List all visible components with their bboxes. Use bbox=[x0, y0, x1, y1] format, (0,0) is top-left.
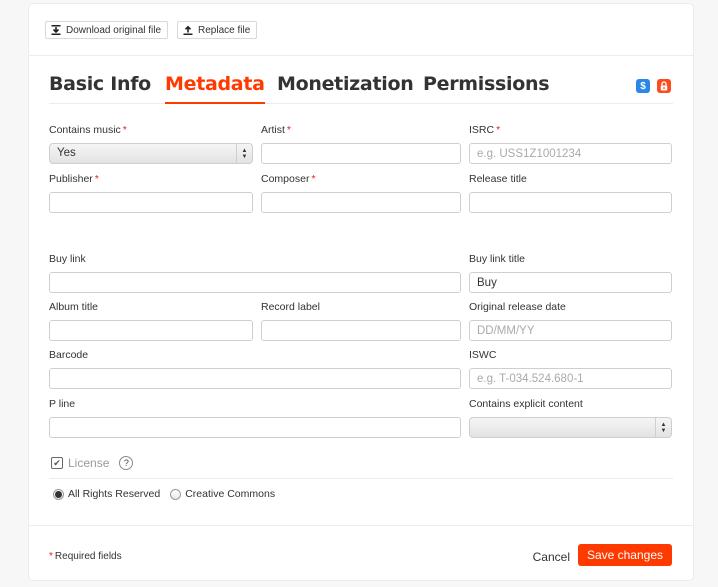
license-label: License bbox=[68, 456, 110, 470]
save-changes-button[interactable]: Save changes bbox=[577, 544, 672, 566]
required-fields-text: Required fields bbox=[54, 551, 122, 562]
buy-link-input[interactable] bbox=[49, 272, 461, 293]
iswc-field: ISWC bbox=[469, 348, 672, 389]
iswc-label: ISWC bbox=[469, 349, 497, 361]
divider bbox=[49, 478, 673, 479]
release-title-field: Release title bbox=[469, 172, 672, 213]
required-marker: * bbox=[311, 173, 316, 185]
album-title-field: Album title bbox=[49, 300, 253, 341]
buy-link-label: Buy link bbox=[49, 253, 86, 265]
required-marker: * bbox=[49, 551, 53, 562]
contains-music-select[interactable]: Yes ▲ ▼ bbox=[49, 143, 253, 164]
radio-creative-commons[interactable] bbox=[170, 488, 182, 500]
form-footer: * Required fields Cancel Save changes bbox=[29, 525, 693, 580]
file-toolbar: Download original file Replace file bbox=[29, 4, 693, 56]
p-line-label: P line bbox=[49, 398, 76, 410]
p-line-input[interactable] bbox=[49, 417, 461, 438]
license-option-all-rights-reserved[interactable]: All Rights Reserved bbox=[53, 488, 160, 500]
album-title-input[interactable] bbox=[49, 320, 253, 341]
isrc-field: ISRC * bbox=[469, 123, 672, 164]
help-icon[interactable]: ? bbox=[119, 456, 134, 470]
replace-file-button[interactable]: Replace file bbox=[177, 21, 258, 39]
artist-input[interactable] bbox=[261, 143, 461, 164]
license-toggle: ✔ License ? bbox=[51, 456, 134, 470]
explicit-content-field: Contains explicit content ▲ ▼ bbox=[469, 397, 672, 438]
license-options: All Rights Reserved Creative Commons bbox=[53, 488, 285, 500]
required-marker: * bbox=[286, 124, 292, 136]
composer-label: Composer bbox=[261, 173, 310, 185]
upload-icon bbox=[183, 25, 193, 35]
tab-basic-info[interactable]: Basic Info bbox=[49, 72, 151, 102]
edit-track-card: Download original file Replace file Basi… bbox=[28, 3, 694, 581]
required-fields-note: * Required fields bbox=[49, 551, 122, 562]
record-label-input[interactable] bbox=[261, 320, 461, 341]
buy-link-title-label: Buy link title bbox=[469, 253, 526, 265]
all-rights-reserved-label: All Rights Reserved bbox=[68, 488, 161, 500]
record-label-field: Record label bbox=[261, 300, 461, 341]
required-marker: * bbox=[94, 173, 99, 185]
iswc-input[interactable] bbox=[469, 368, 672, 389]
composer-input[interactable] bbox=[261, 192, 461, 213]
release-title-label: Release title bbox=[469, 173, 527, 185]
license-checkbox[interactable]: ✔ bbox=[51, 457, 63, 469]
barcode-field: Barcode bbox=[49, 348, 461, 389]
required-marker: * bbox=[496, 124, 501, 136]
download-icon bbox=[51, 25, 61, 35]
explicit-content-label: Contains explicit content bbox=[469, 398, 583, 410]
contains-music-field: Contains music * Yes ▲ ▼ bbox=[49, 123, 253, 164]
download-original-file-button[interactable]: Download original file bbox=[45, 21, 169, 39]
original-release-date-input[interactable] bbox=[469, 320, 672, 341]
p-line-field: P line bbox=[49, 397, 461, 438]
artist-label: Artist bbox=[261, 124, 285, 136]
release-title-input[interactable] bbox=[469, 192, 672, 213]
contains-music-value: Yes bbox=[57, 147, 76, 159]
contains-music-label: Contains music bbox=[49, 124, 121, 136]
publisher-input[interactable] bbox=[49, 192, 253, 213]
publisher-label: Publisher bbox=[49, 173, 93, 185]
buy-link-field: Buy link bbox=[49, 252, 461, 293]
cancel-button[interactable]: Cancel bbox=[533, 550, 570, 564]
lock-icon bbox=[657, 79, 671, 93]
buy-link-title-field: Buy link title bbox=[469, 252, 672, 293]
tab-bar: Basic Info Metadata Monetization Permiss… bbox=[49, 72, 673, 104]
isrc-input[interactable] bbox=[469, 143, 672, 164]
select-arrows-icon: ▲ ▼ bbox=[655, 418, 671, 437]
original-release-date-field: Original release date bbox=[469, 300, 672, 341]
replace-label: Replace file bbox=[198, 24, 251, 36]
buy-link-title-input[interactable] bbox=[469, 272, 672, 293]
composer-field: Composer * bbox=[261, 172, 461, 213]
publisher-field: Publisher * bbox=[49, 172, 253, 213]
tab-metadata[interactable]: Metadata bbox=[165, 72, 265, 104]
tab-permissions[interactable]: Permissions bbox=[423, 72, 550, 102]
dollar-icon: $ bbox=[636, 79, 650, 93]
radio-all-rights-reserved[interactable] bbox=[53, 488, 64, 500]
required-marker: * bbox=[122, 124, 127, 136]
select-arrows-icon: ▲ ▼ bbox=[236, 144, 252, 163]
barcode-label: Barcode bbox=[49, 349, 89, 361]
tab-monetization[interactable]: Monetization bbox=[277, 72, 414, 102]
record-label-label: Record label bbox=[261, 301, 320, 313]
creative-commons-label: Creative Commons bbox=[185, 488, 276, 500]
album-title-label: Album title bbox=[49, 301, 99, 313]
original-release-date-label: Original release date bbox=[469, 301, 566, 313]
isrc-label: ISRC bbox=[469, 124, 495, 136]
license-option-creative-commons[interactable]: Creative Commons bbox=[170, 488, 275, 500]
download-label: Download original file bbox=[66, 24, 162, 36]
barcode-input[interactable] bbox=[49, 368, 461, 389]
artist-field: Artist * bbox=[261, 123, 461, 164]
explicit-content-select[interactable]: ▲ ▼ bbox=[469, 417, 672, 438]
